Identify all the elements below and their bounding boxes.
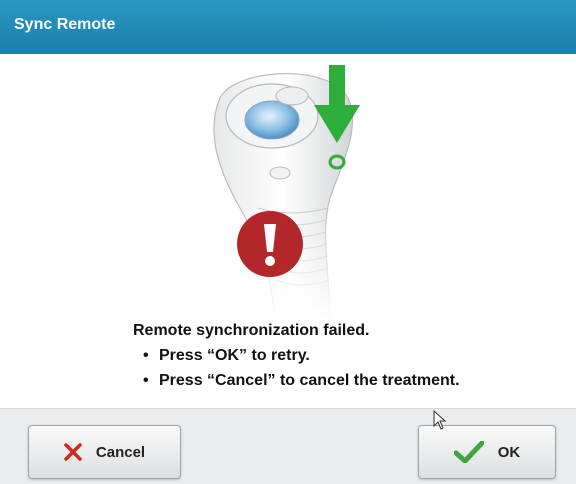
ok-label: OK — [497, 443, 521, 461]
mouse-cursor-icon — [433, 409, 447, 435]
message-bullet-retry: • Press “OK” to retry. — [133, 343, 553, 368]
alert-icon — [237, 211, 303, 277]
x-mark-icon — [64, 443, 82, 461]
bullet-text: Press “Cancel” to cancel the treatment. — [159, 372, 460, 389]
message-headline: Remote synchronization failed. — [133, 322, 370, 339]
check-mark-icon — [453, 441, 484, 463]
error-message: Remote synchronization failed. • Press “O… — [133, 318, 553, 393]
bullet-text: Press “OK” to retry. — [159, 347, 310, 364]
button-bar: Cancel OK — [0, 408, 576, 484]
message-bullet-cancel: • Press “Cancel” to cancel the treatment. — [133, 368, 553, 393]
cancel-label: Cancel — [95, 443, 146, 461]
remote-illustration — [180, 58, 395, 321]
bullet-glyph: • — [143, 372, 149, 389]
down-arrow-icon — [314, 65, 360, 143]
bullet-glyph: • — [143, 347, 149, 364]
title-bar: Sync Remote — [0, 0, 576, 54]
window-title: Sync Remote — [14, 16, 116, 33]
cancel-button[interactable]: Cancel — [28, 425, 181, 479]
remote-device-icon — [180, 58, 395, 321]
